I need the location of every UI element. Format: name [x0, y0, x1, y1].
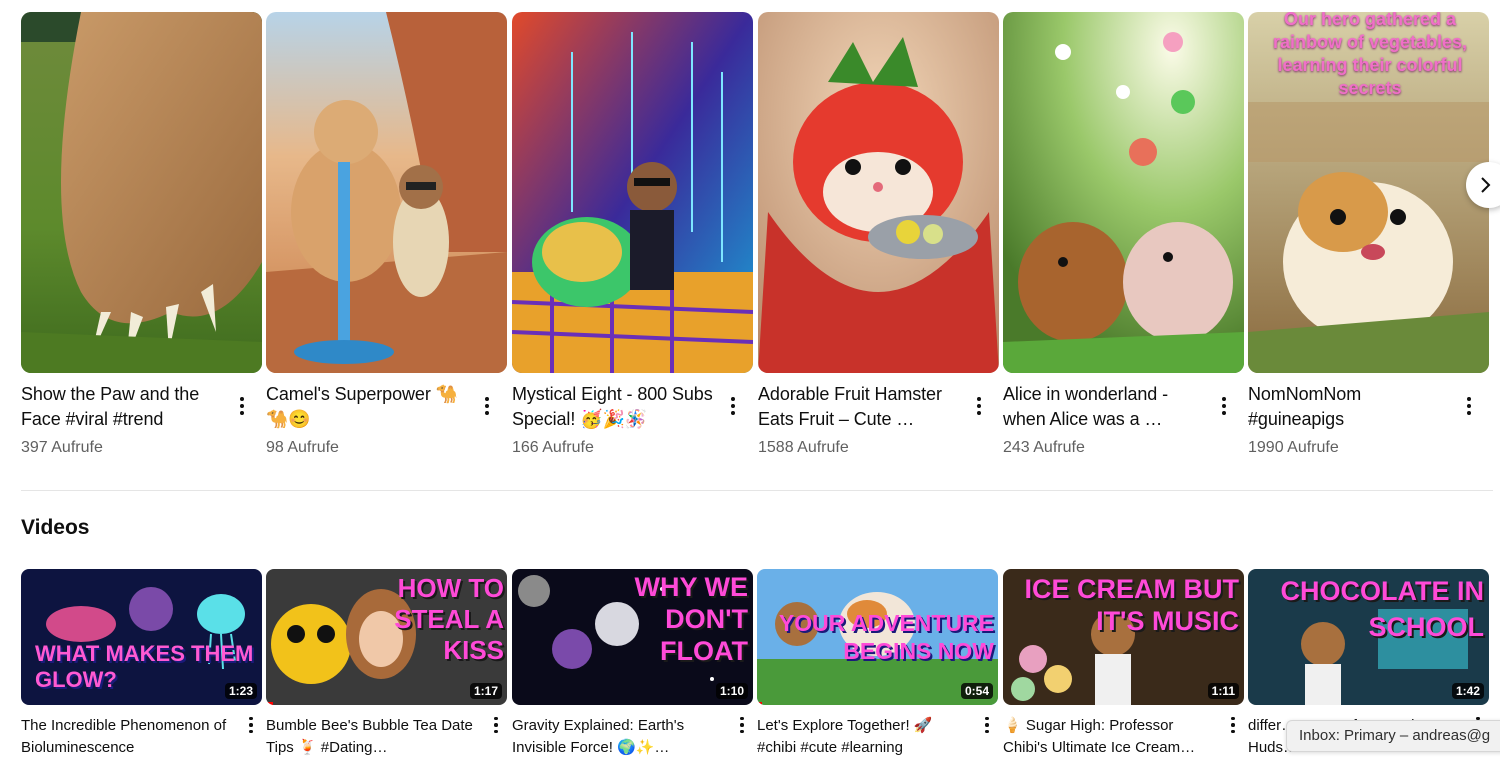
videos-section-title[interactable]: Videos	[21, 516, 89, 540]
watch-progress	[757, 702, 762, 705]
watch-progress	[266, 702, 274, 705]
video-thumbnail[interactable]: ICE CREAM BUT IT'S MUSIC 1:11	[1003, 569, 1244, 705]
video-title[interactable]: 🍦 Sugar High: Professor Chibi's Ultimate…	[1003, 715, 1215, 759]
more-vert-icon	[249, 716, 253, 734]
alice-thumbnail-image	[1003, 12, 1244, 373]
more-vert-icon	[977, 397, 981, 415]
video-thumbnail[interactable]: YOUR ADVENTURE BEGINS NOW 0:54	[757, 569, 998, 705]
short-item[interactable]: Camel's Superpower 🐪🐪😊 98 Aufrufe	[266, 12, 507, 456]
video-title[interactable]: The Incredible Phenomenon of Bioluminesc…	[21, 715, 233, 759]
video-item[interactable]: WHAT MAKES THEM GLOW? 1:23 The Incredibl…	[21, 569, 262, 756]
more-actions-button[interactable]	[1223, 713, 1243, 737]
more-vert-icon	[1231, 716, 1235, 734]
more-actions-button[interactable]	[231, 392, 253, 420]
short-item[interactable]: Adorable Fruit Hamster Eats Fruit – Cute…	[758, 12, 999, 456]
short-view-count: 98 Aufrufe	[266, 439, 339, 456]
more-actions-button[interactable]	[968, 392, 990, 420]
more-vert-icon	[485, 397, 489, 415]
video-duration: 1:42	[1451, 683, 1484, 699]
short-view-count: 166 Aufrufe	[512, 439, 594, 456]
short-thumbnail[interactable]	[1003, 12, 1244, 373]
short-view-count: 397 Aufrufe	[21, 439, 103, 456]
thumbnail-caption: WHAT MAKES THEM GLOW?	[35, 641, 254, 692]
short-view-count: 243 Aufrufe	[1003, 439, 1085, 456]
video-duration: 1:23	[224, 683, 257, 699]
short-thumbnail[interactable]: Our hero gathered a rainbow of vegetable…	[1248, 12, 1489, 373]
thumbnail-caption: CHOCOLATE IN SCHOOL	[1280, 576, 1485, 642]
short-item[interactable]: Mystical Eight - 800 Subs Special! 🥳🎉🪅 1…	[512, 12, 753, 456]
more-actions-button[interactable]	[476, 392, 498, 420]
more-actions-button[interactable]	[1458, 392, 1480, 420]
more-actions-button[interactable]	[732, 713, 752, 737]
short-view-count: 1588 Aufrufe	[758, 439, 849, 456]
chevron-right-icon	[1481, 177, 1491, 193]
video-duration: 1:17	[469, 683, 502, 699]
short-item[interactable]: Our hero gathered a rainbow of vegetable…	[1248, 12, 1489, 456]
more-vert-icon	[1222, 397, 1226, 415]
short-title[interactable]: Alice in wonderland - when Alice was a …	[1003, 382, 1211, 432]
video-thumbnail[interactable]: CHOCOLATE IN SCHOOL 1:42	[1248, 569, 1489, 705]
more-vert-icon	[494, 716, 498, 734]
paw-thumbnail-image	[21, 12, 262, 373]
short-title[interactable]: Show the Paw and the Face #viral #trend	[21, 382, 229, 432]
video-item[interactable]: YOUR ADVENTURE BEGINS NOW 0:54 Let's Exp…	[757, 569, 998, 756]
thumbnail-caption: WHY WE DON'T FLOAT	[634, 572, 749, 666]
short-title[interactable]: Camel's Superpower 🐪🐪😊	[266, 382, 474, 432]
more-vert-icon	[1467, 397, 1471, 415]
more-actions-button[interactable]	[977, 713, 997, 737]
short-title[interactable]: NomNomNom #guineapigs	[1248, 382, 1456, 432]
video-thumbnail[interactable]: WHAT MAKES THEM GLOW? 1:23	[21, 569, 262, 705]
more-actions-button[interactable]	[241, 713, 261, 737]
short-title[interactable]: Mystical Eight - 800 Subs Special! 🥳🎉🪅	[512, 382, 720, 432]
video-title[interactable]: Let's Explore Together! 🚀 #chibi #cute #…	[757, 715, 969, 759]
video-duration: 0:54	[960, 683, 993, 699]
short-thumbnail[interactable]	[266, 12, 507, 373]
more-vert-icon	[985, 716, 989, 734]
video-item[interactable]: WHY WE DON'T FLOAT 1:10 Gravity Explaine…	[512, 569, 753, 756]
more-vert-icon	[731, 397, 735, 415]
short-item[interactable]: Alice in wonderland - when Alice was a ……	[1003, 12, 1244, 456]
strawberry-hamster-thumbnail-image	[758, 12, 999, 373]
more-vert-icon	[240, 397, 244, 415]
browser-status-tooltip: Inbox: Primary – andreas@g	[1286, 720, 1500, 752]
video-item[interactable]: ICE CREAM BUT IT'S MUSIC 1:11 🍦 Sugar Hi…	[1003, 569, 1244, 756]
short-item[interactable]: Show the Paw and the Face #viral #trend …	[21, 12, 262, 456]
short-thumbnail[interactable]	[758, 12, 999, 373]
short-title[interactable]: Adorable Fruit Hamster Eats Fruit – Cute…	[758, 382, 966, 432]
camel-thumbnail-image	[266, 12, 507, 373]
short-thumbnail[interactable]	[512, 12, 753, 373]
short-view-count: 1990 Aufrufe	[1248, 439, 1339, 456]
more-vert-icon	[740, 716, 744, 734]
video-thumbnail[interactable]: WHY WE DON'T FLOAT 1:10	[512, 569, 753, 705]
thumbnail-caption: HOW TO STEAL A KISS	[394, 573, 504, 665]
short-overlay-text: Our hero gathered a rainbow of vegetable…	[1272, 12, 1468, 98]
more-actions-button[interactable]	[1213, 392, 1235, 420]
section-divider	[21, 490, 1493, 491]
video-duration: 1:11	[1207, 683, 1239, 699]
thumbnail-caption: ICE CREAM BUT IT'S MUSIC	[1024, 574, 1240, 636]
circuit-thumbnail-image	[512, 12, 753, 373]
shorts-shelf: Show the Paw and the Face #viral #trend …	[21, 12, 1500, 462]
video-item[interactable]: CHOCOLATE IN SCHOOL 1:42 differ… secrets…	[1248, 569, 1489, 756]
thumbnail-caption: YOUR ADVENTURE BEGINS NOW	[778, 610, 994, 664]
more-actions-button[interactable]	[722, 392, 744, 420]
video-title[interactable]: Bumble Bee's Bubble Tea Date Tips 🍹 #Dat…	[266, 715, 478, 759]
video-item[interactable]: HOW TO STEAL A KISS 1:17 Bumble Bee's Bu…	[266, 569, 507, 756]
video-title[interactable]: Gravity Explained: Earth's Invisible For…	[512, 715, 724, 759]
video-thumbnail[interactable]: HOW TO STEAL A KISS 1:17	[266, 569, 507, 705]
short-thumbnail[interactable]	[21, 12, 262, 373]
video-duration: 1:10	[715, 683, 748, 699]
more-actions-button[interactable]	[486, 713, 506, 737]
